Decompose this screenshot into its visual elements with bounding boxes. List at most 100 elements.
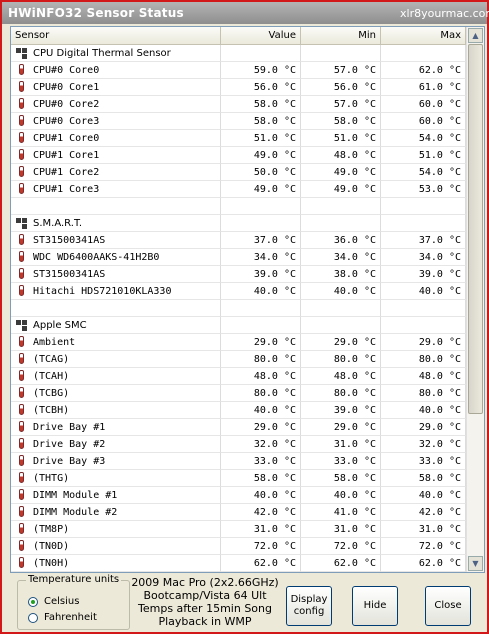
- sensor-value: 59.0 °C: [221, 62, 301, 79]
- sensor-name: (TM8P): [11, 521, 221, 538]
- sensor-name: ST31500341AS: [11, 266, 221, 283]
- sensor-rows: CPU Digital Thermal Sensor CPU#0 Core0 59.…: [11, 45, 466, 572]
- sensor-row[interactable]: Hitachi HDS721010KLA330 40.0 °C 40.0 °C 40.…: [11, 283, 466, 300]
- sensor-min: 36.0 °C: [301, 232, 381, 249]
- caption-line-3: Temps after 15min Song: [138, 602, 272, 615]
- column-header-min[interactable]: Min: [301, 27, 381, 44]
- sensor-group-row[interactable]: Apple SMC: [11, 317, 466, 334]
- sensor-group-row[interactable]: S.M.A.R.T.: [11, 215, 466, 232]
- celsius-label[interactable]: Celsius: [44, 596, 79, 607]
- column-header-max[interactable]: Max: [381, 27, 466, 44]
- sensor-row[interactable]: Drive Bay #1 29.0 °C 29.0 °C 29.0 °C: [11, 419, 466, 436]
- sensor-row[interactable]: Drive Bay #3 33.0 °C 33.0 °C 33.0 °C: [11, 453, 466, 470]
- sensor-min: 51.0 °C: [301, 130, 381, 147]
- column-header-value[interactable]: Value: [221, 27, 301, 44]
- display-config-label: Display config: [291, 594, 328, 618]
- sensor-row[interactable]: CPU#0 Core1 56.0 °C 56.0 °C 61.0 °C: [11, 79, 466, 96]
- sensor-row[interactable]: DIMM Module #1 40.0 °C 40.0 °C 40.0 °C: [11, 487, 466, 504]
- sensor-row[interactable]: (TCBG) 80.0 °C 80.0 °C 80.0 °C: [11, 385, 466, 402]
- sensor-row[interactable]: (THTG) 58.0 °C 58.0 °C 58.0 °C: [11, 470, 466, 487]
- sensor-max: 42.0 °C: [381, 504, 466, 521]
- sensor-max: 33.0 °C: [381, 453, 466, 470]
- sensor-name: DIMM Module #2: [11, 504, 221, 521]
- sensor-row[interactable]: Ambient 29.0 °C 29.0 °C 29.0 °C: [11, 334, 466, 351]
- sensor-value: 58.0 °C: [221, 113, 301, 130]
- sensor-value: 48.0 °C: [221, 368, 301, 385]
- sensor-min: 31.0 °C: [301, 521, 381, 538]
- sensor-max: 51.0 °C: [381, 147, 466, 164]
- scroll-down-button[interactable]: ▼: [468, 556, 483, 571]
- sensor-name: Ambient: [11, 334, 221, 351]
- sensor-value: 80.0 °C: [221, 351, 301, 368]
- sensor-row[interactable]: (TN0H) 62.0 °C 62.0 °C 62.0 °C: [11, 555, 466, 572]
- sensor-row[interactable]: CPU#1 Core3 49.0 °C 49.0 °C 53.0 °C: [11, 181, 466, 198]
- sensor-value: 80.0 °C: [221, 385, 301, 402]
- sensor-max: 72.0 °C: [381, 538, 466, 555]
- sensor-min: 57.0 °C: [301, 96, 381, 113]
- sensor-max: 62.0 °C: [381, 62, 466, 79]
- sensor-row[interactable]: CPU#1 Core1 49.0 °C 48.0 °C 51.0 °C: [11, 147, 466, 164]
- sensor-row[interactable]: Drive Bay #2 32.0 °C 31.0 °C 32.0 °C: [11, 436, 466, 453]
- column-header-sensor[interactable]: Sensor: [11, 27, 221, 44]
- sensor-value: 33.0 °C: [221, 453, 301, 470]
- blank-row: [11, 198, 466, 215]
- sensor-group-row[interactable]: CPU Digital Thermal Sensor: [11, 45, 466, 62]
- sensor-row[interactable]: (TCAH) 48.0 °C 48.0 °C 48.0 °C: [11, 368, 466, 385]
- sensor-value: 40.0 °C: [221, 283, 301, 300]
- sensor-row[interactable]: CPU#0 Core3 58.0 °C 58.0 °C 60.0 °C: [11, 113, 466, 130]
- group-name: CPU Digital Thermal Sensor: [11, 45, 221, 62]
- blank-row: [11, 300, 466, 317]
- celsius-radio[interactable]: [28, 597, 38, 607]
- sensor-name: DIMM Module #1: [11, 487, 221, 504]
- empty-cell: [301, 317, 381, 334]
- empty-cell: [221, 317, 301, 334]
- blank-cell: [381, 300, 466, 317]
- sensor-row[interactable]: CPU#0 Core0 59.0 °C 57.0 °C 62.0 °C: [11, 62, 466, 79]
- sensor-max: 40.0 °C: [381, 283, 466, 300]
- sensor-min: 49.0 °C: [301, 164, 381, 181]
- title-bar[interactable]: HWiNFO32 Sensor Status xlr8yourmac.com: [2, 2, 489, 24]
- empty-cell: [381, 215, 466, 232]
- sensor-row[interactable]: CPU#1 Core2 50.0 °C 49.0 °C 54.0 °C: [11, 164, 466, 181]
- sensor-row[interactable]: CPU#0 Core2 58.0 °C 57.0 °C 60.0 °C: [11, 96, 466, 113]
- sensor-row[interactable]: (TCAG) 80.0 °C 80.0 °C 80.0 °C: [11, 351, 466, 368]
- sensor-row[interactable]: CPU#1 Core0 51.0 °C 51.0 °C 54.0 °C: [11, 130, 466, 147]
- sensor-max: 40.0 °C: [381, 402, 466, 419]
- vertical-scrollbar[interactable]: ▲ ▼: [466, 27, 484, 572]
- sensor-min: 38.0 °C: [301, 266, 381, 283]
- sensor-row[interactable]: ST31500341AS 37.0 °C 36.0 °C 37.0 °C: [11, 232, 466, 249]
- sensor-max: 29.0 °C: [381, 419, 466, 436]
- sensor-row[interactable]: ST31500341AS 39.0 °C 38.0 °C 39.0 °C: [11, 266, 466, 283]
- fahrenheit-radio[interactable]: [28, 613, 38, 623]
- sensor-min: 33.0 °C: [301, 453, 381, 470]
- sensor-min: 57.0 °C: [301, 62, 381, 79]
- sensor-value: 50.0 °C: [221, 164, 301, 181]
- sensor-name: (TCAH): [11, 368, 221, 385]
- blank-cell: [221, 300, 301, 317]
- display-config-button[interactable]: Display config: [286, 586, 332, 626]
- sensor-row[interactable]: (TCBH) 40.0 °C 39.0 °C 40.0 °C: [11, 402, 466, 419]
- sensor-value: 40.0 °C: [221, 487, 301, 504]
- close-button[interactable]: Close: [425, 586, 471, 626]
- fahrenheit-label[interactable]: Fahrenheit: [44, 612, 97, 623]
- sensor-name: CPU#0 Core3: [11, 113, 221, 130]
- sensor-max: 54.0 °C: [381, 164, 466, 181]
- empty-cell: [221, 45, 301, 62]
- sensor-max: 53.0 °C: [381, 181, 466, 198]
- sensor-row[interactable]: (TM8P) 31.0 °C 31.0 °C 31.0 °C: [11, 521, 466, 538]
- sensor-list: Sensor Value Min Max CPU Digital Thermal…: [10, 26, 485, 573]
- hide-button[interactable]: Hide: [352, 586, 398, 626]
- sensor-row[interactable]: DIMM Module #2 42.0 °C 41.0 °C 42.0 °C: [11, 504, 466, 521]
- sensor-name: CPU#1 Core0: [11, 130, 221, 147]
- empty-cell: [381, 45, 466, 62]
- group-name: Apple SMC: [11, 317, 221, 334]
- display-config-label-line-2: config: [293, 606, 325, 617]
- sensor-row[interactable]: WDC WD6400AAKS-41H2B0 34.0 °C 34.0 °C 34.0 …: [11, 249, 466, 266]
- scroll-thumb[interactable]: [468, 44, 483, 414]
- sensor-min: 39.0 °C: [301, 402, 381, 419]
- scroll-up-button[interactable]: ▲: [468, 28, 483, 43]
- sensor-row[interactable]: (TN0D) 72.0 °C 72.0 °C 72.0 °C: [11, 538, 466, 555]
- sensor-max: 39.0 °C: [381, 266, 466, 283]
- sensor-min: 34.0 °C: [301, 249, 381, 266]
- sensor-max: 62.0 °C: [381, 555, 466, 572]
